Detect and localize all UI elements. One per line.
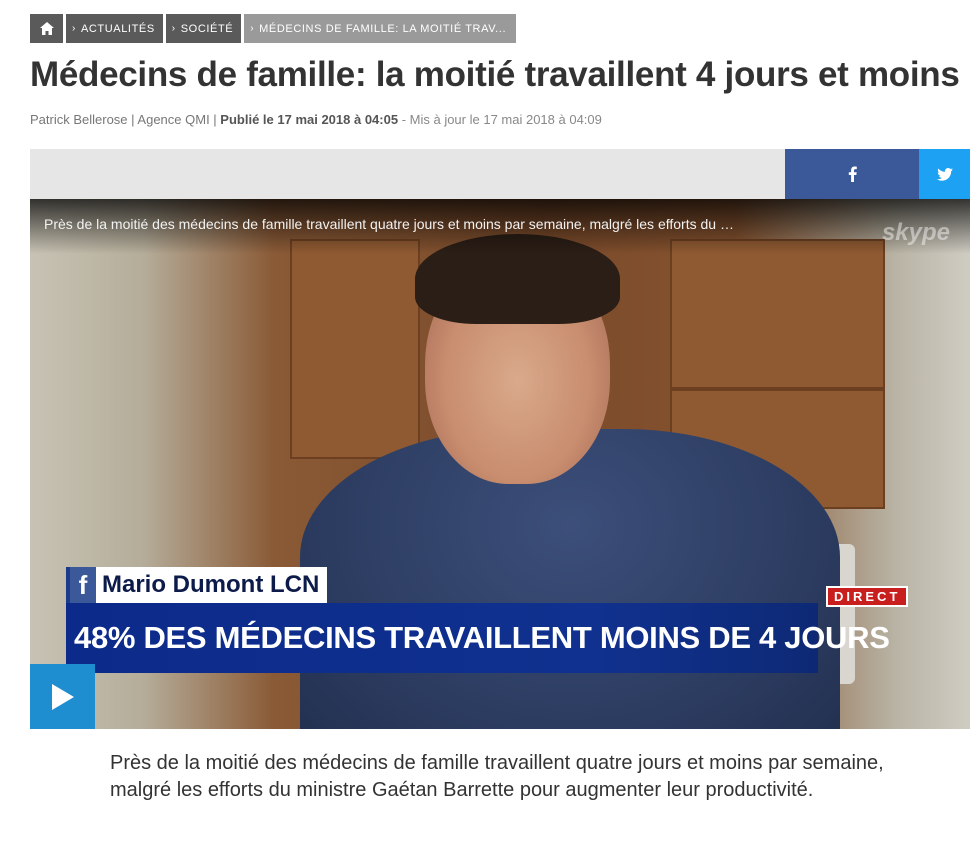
person-shirt [300, 429, 840, 729]
video-player[interactable]: Près de la moitié des médecins de famill… [30, 199, 970, 729]
published-date: Publié le 17 mai 2018 à 04:05 [220, 112, 399, 127]
play-icon [51, 683, 74, 710]
author-names: Patrick Bellerose | Agence QMI | [30, 112, 217, 127]
breadcrumb-label: ACTUALITÉS [80, 22, 155, 35]
facebook-share-button[interactable] [785, 149, 919, 199]
background-cabinet [670, 239, 885, 389]
lower-third-headline: 48% DES MÉDECINS TRAVAILLENT MOINS DE 4 … [66, 603, 890, 673]
breadcrumb-home[interactable] [30, 14, 63, 43]
breadcrumb-label: MÉDECINS DE FAMILLE: LA MOITIÉ TRAV... [259, 22, 507, 35]
skype-watermark: skype [881, 219, 950, 246]
breadcrumb-label: SOCIÉTÉ [180, 22, 234, 35]
home-icon [39, 22, 54, 35]
breadcrumb-item-current: › MÉDECINS DE FAMILLE: LA MOITIÉ TRAV... [244, 14, 517, 43]
play-button[interactable] [30, 664, 95, 729]
twitter-icon [936, 167, 953, 181]
breadcrumb: › ACTUALITÉS › SOCIÉTÉ › MÉDECINS DE FAM… [30, 14, 519, 43]
show-name: Mario Dumont LCN [102, 571, 320, 598]
facebook-icon [848, 166, 857, 182]
breadcrumb-item-societe[interactable]: › SOCIÉTÉ [165, 14, 242, 43]
breadcrumb-item-actualites[interactable]: › ACTUALITÉS [66, 14, 163, 43]
twitter-share-button[interactable] [919, 149, 970, 199]
chevron-right-icon: › [171, 23, 176, 34]
headline-text: 48% DES MÉDECINS TRAVAILLENT MOINS DE 4 … [74, 620, 890, 655]
facebook-icon: f [70, 567, 96, 603]
lower-third-name: f Mario Dumont LCN [66, 567, 328, 603]
article-byline: Patrick Bellerose | Agence QMI | Publié … [30, 112, 602, 127]
chevron-right-icon: › [72, 23, 76, 34]
article-lead: Près de la moitié des médecins de famill… [110, 752, 884, 801]
chevron-right-icon: › [250, 23, 255, 34]
background-cabinet [290, 239, 420, 459]
page-title: Médecins de famille: la moitié travaille… [30, 55, 960, 94]
updated-date: - Mis à jour le 17 mai 2018 à 04:09 [401, 112, 602, 127]
video-caption: Près de la moitié des médecins de famill… [44, 216, 734, 232]
live-badge: DIRECT [826, 586, 909, 607]
